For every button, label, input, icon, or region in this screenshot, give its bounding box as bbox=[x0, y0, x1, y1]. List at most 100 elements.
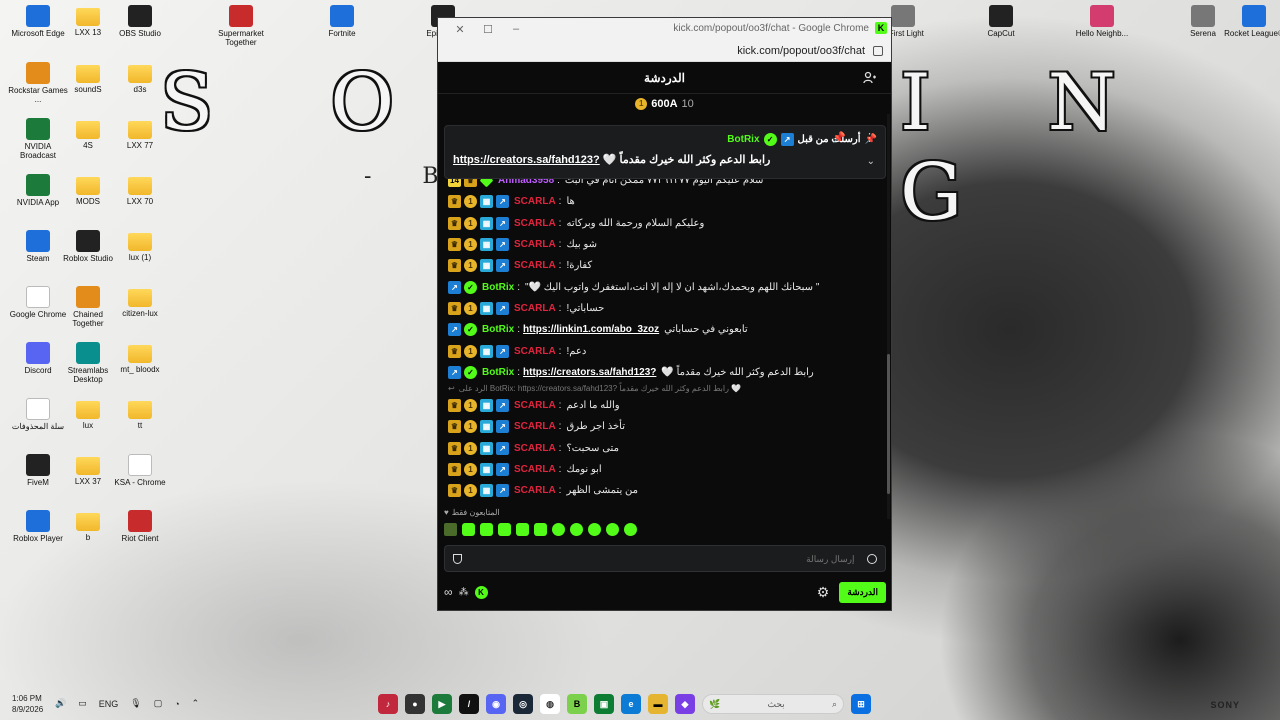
desktop-shortcut[interactable]: KSA - Chrome bbox=[110, 454, 170, 487]
pinned-message[interactable]: 📌 أرسلت من قبل ↗ ✓ BotRix https://creato… bbox=[444, 125, 886, 179]
chat-username[interactable]: BotRix bbox=[482, 367, 514, 378]
reply-reference[interactable]: ↩ الرد على BotRix: https://creators.sa/fa… bbox=[448, 383, 882, 395]
emote-icon[interactable] bbox=[534, 523, 547, 536]
desktop-shortcut[interactable]: Supermarket Together bbox=[211, 5, 271, 47]
steam-icon[interactable]: ◎ bbox=[513, 694, 533, 714]
chat-username[interactable]: SCARLA bbox=[514, 239, 556, 250]
desktop-shortcut[interactable]: tt bbox=[110, 398, 170, 430]
chat-message[interactable]: ♛ 1 ▦ ↗ SCARLA: من يتمشى الظهر bbox=[448, 480, 882, 501]
desktop-shortcut[interactable]: lux (1) bbox=[110, 230, 170, 262]
desktop-shortcut[interactable]: lux bbox=[58, 398, 118, 430]
start-menu-icon[interactable]: ⊞ bbox=[851, 694, 871, 714]
points-icon[interactable]: ⁂ bbox=[459, 587, 469, 598]
emote-icon[interactable] bbox=[480, 523, 493, 536]
chat-username[interactable]: SCARLA bbox=[514, 218, 556, 229]
desktop-shortcut[interactable]: 4S bbox=[58, 118, 118, 150]
system-clock[interactable]: 1:06 PM 8/9/2026 bbox=[12, 693, 43, 715]
emote-icon[interactable] bbox=[498, 523, 511, 536]
shield-icon[interactable] bbox=[453, 553, 462, 564]
chat-username[interactable]: SCARLA bbox=[514, 464, 556, 475]
chat-input-box[interactable] bbox=[444, 545, 886, 572]
volume-icon[interactable]: 🔊 bbox=[55, 698, 66, 709]
security-icon[interactable]: ◔ bbox=[174, 699, 179, 709]
chat-message-input[interactable] bbox=[474, 553, 855, 564]
chat-message[interactable]: ♛ 1 ▦ ↗ SCARLA: ابو نومك bbox=[448, 459, 882, 480]
microphone-icon[interactable]: 🎙 bbox=[130, 698, 141, 709]
chat-message[interactable]: ♛ 1 ▦ ↗ SCARLA: وعليكم السلام ورحمة الله وبرك… bbox=[448, 213, 882, 234]
discord-icon[interactable]: ◉ bbox=[486, 694, 506, 714]
language-indicator[interactable]: ENG bbox=[99, 699, 119, 709]
emote-turtle-icon[interactable] bbox=[444, 523, 457, 536]
desktop-shortcut[interactable]: citizen-lux bbox=[110, 286, 170, 318]
desktop-shortcut[interactable]: d3s bbox=[110, 62, 170, 94]
chat-scrollbar[interactable] bbox=[887, 114, 890, 519]
chat-username[interactable]: SCARLA bbox=[514, 260, 556, 271]
pinned-link[interactable]: https://creators.sa/fahd123? bbox=[453, 154, 600, 166]
chat-message[interactable]: ♛ 1 ▦ ↗ SCARLA: شو بيك bbox=[448, 234, 882, 255]
desktop-shortcut[interactable]: soundS bbox=[58, 62, 118, 94]
chat-username[interactable]: SCARLA bbox=[514, 443, 556, 454]
emote-icon[interactable] bbox=[624, 523, 637, 536]
taskbar-search[interactable]: 🌿 بحث ⌕ bbox=[702, 694, 844, 714]
url-text[interactable]: kick.com/popout/oo3f/chat bbox=[737, 45, 865, 57]
desktop-shortcut[interactable]: Rocket League® bbox=[1224, 5, 1280, 38]
gift-leaderboard[interactable]: 1 600A 10 bbox=[438, 94, 891, 114]
chat-message[interactable]: ♛ 1 ▦ ↗ SCARLA: والله ما ادعم bbox=[448, 395, 882, 416]
app-icon[interactable]: ▣ bbox=[594, 694, 614, 714]
desktop-shortcut[interactable]: Hello Neighb... bbox=[1072, 5, 1132, 38]
nvidia-icon[interactable]: ▶ bbox=[432, 694, 452, 714]
more-options-icon[interactable]: ⋮ bbox=[864, 131, 875, 144]
emote-icon[interactable] bbox=[588, 523, 601, 536]
desktop-shortcut[interactable]: Roblox Studio bbox=[58, 230, 118, 263]
chrome-icon[interactable]: ◍ bbox=[540, 694, 560, 714]
chevron-down-icon[interactable]: ⌄ bbox=[867, 156, 875, 167]
emote-icon[interactable] bbox=[552, 523, 565, 536]
chat-username[interactable]: SCARLA bbox=[514, 196, 556, 207]
chat-link[interactable]: https://creators.sa/fahd123? bbox=[523, 367, 656, 378]
emote-icon[interactable] bbox=[516, 523, 529, 536]
tiktok-icon[interactable]: ♪ bbox=[378, 694, 398, 714]
desktop-shortcut[interactable]: mt_ bloodx bbox=[110, 342, 170, 374]
desktop-shortcut[interactable]: LXX 77 bbox=[110, 118, 170, 150]
address-bar[interactable]: kick.com/popout/oo3f/chat bbox=[438, 40, 891, 62]
chat-username[interactable]: BotRix bbox=[482, 282, 514, 293]
desktop-shortcut[interactable]: MODS bbox=[58, 174, 118, 206]
chat-message[interactable]: ↗ ✓ BotRix: https://linkin1.com/abo_3zoz تاب… bbox=[448, 319, 882, 340]
chat-message[interactable]: ♛ 1 ▦ ↗ SCARLA: دعم! bbox=[448, 340, 882, 361]
maximize-window-icon[interactable]: ☐ bbox=[474, 23, 502, 36]
emote-icon[interactable] bbox=[570, 523, 583, 536]
desktop-shortcut[interactable]: Streamlabs Desktop bbox=[58, 342, 118, 384]
desktop-shortcut[interactable]: CapCut bbox=[971, 5, 1031, 38]
minimize-window-icon[interactable]: – bbox=[502, 23, 530, 35]
site-settings-icon[interactable] bbox=[873, 45, 883, 56]
send-chat-button[interactable]: الدردشة bbox=[839, 581, 886, 603]
chat-username[interactable]: SCARLA bbox=[514, 346, 556, 357]
fivem-icon[interactable]: / bbox=[459, 694, 479, 714]
app-icon[interactable]: ◆ bbox=[675, 694, 695, 714]
chat-username[interactable]: SCARLA bbox=[514, 303, 556, 314]
emote-icon[interactable] bbox=[606, 523, 619, 536]
infinity-icon[interactable]: ∞ bbox=[444, 585, 453, 599]
chevron-up-icon[interactable]: ⌃ bbox=[192, 698, 200, 709]
chat-link[interactable]: https://linkin1.com/abo_3zoz bbox=[523, 324, 659, 335]
pinned-bot-name[interactable]: BotRix bbox=[727, 134, 759, 145]
unpin-icon[interactable]: 📌 bbox=[832, 131, 846, 144]
chat-message[interactable]: ♛ 1 ▦ ↗ SCARLA: ها bbox=[448, 191, 882, 212]
chat-message[interactable]: ↗ ✓ BotRix: " سبحانك اللهم وبحمدك،اشهد ان ل… bbox=[448, 276, 882, 297]
chat-username[interactable]: SCARLA bbox=[514, 421, 556, 432]
desktop-shortcut[interactable]: OBS Studio bbox=[110, 5, 170, 38]
chat-username[interactable]: BotRix bbox=[482, 324, 514, 335]
file-explorer-icon[interactable]: ▬ bbox=[648, 694, 668, 714]
scrollbar-thumb[interactable] bbox=[887, 354, 890, 494]
monitor-icon[interactable]: ▢ bbox=[154, 698, 163, 709]
network-icon[interactable]: ▭ bbox=[78, 698, 87, 709]
obs-icon[interactable]: ● bbox=[405, 694, 425, 714]
chat-message[interactable]: ♛ 1 ▦ ↗ SCARLA: متى سحبت؟ bbox=[448, 438, 882, 459]
close-window-icon[interactable]: ✕ bbox=[446, 23, 474, 36]
desktop-shortcut[interactable]: Chained Together bbox=[58, 286, 118, 328]
desktop-shortcut[interactable]: Riot Client bbox=[110, 510, 170, 543]
desktop-shortcut[interactable]: LXX 70 bbox=[110, 174, 170, 206]
chat-users-icon[interactable] bbox=[863, 71, 877, 85]
edge-icon[interactable]: e bbox=[621, 694, 641, 714]
kick-logo-icon[interactable]: K bbox=[474, 585, 488, 599]
